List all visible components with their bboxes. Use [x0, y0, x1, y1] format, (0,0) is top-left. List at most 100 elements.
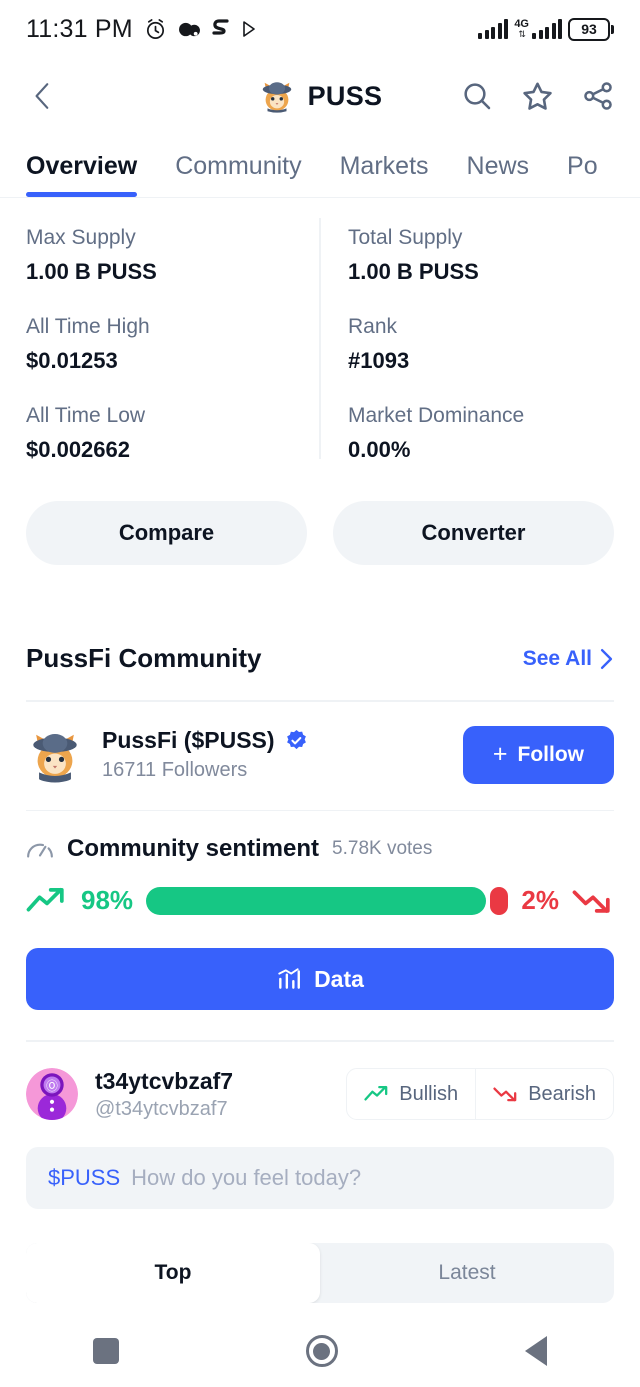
tab-portfolio[interactable]: Po [567, 152, 598, 197]
stat-all-time-high: All Time High $0.01253 [26, 315, 320, 374]
page-title: PUSS [307, 80, 383, 111]
tab-community[interactable]: Community [175, 152, 301, 197]
verified-badge-icon [286, 729, 306, 750]
stat-value: $0.01253 [26, 348, 118, 373]
network-indicator: 4G ⇅ [514, 19, 562, 39]
sentiment-title: Community sentiment [67, 835, 320, 862]
chevron-left-icon [35, 83, 49, 109]
alarm-icon [146, 18, 164, 39]
status-bar-left: 11:31 PM [26, 15, 257, 44]
bearish-percent: 2% [521, 885, 559, 915]
play-icon [242, 21, 255, 37]
trend-up-icon [26, 887, 64, 911]
user-handle: @t34ytcvbzaf7 [95, 1097, 228, 1120]
back-triangle-icon[interactable] [524, 1336, 547, 1366]
pussfi-avatar-icon [26, 726, 84, 784]
tab-markets[interactable]: Markets [340, 152, 429, 197]
profile-name-row: PussFi ($PUSS) [102, 727, 308, 754]
stat-total-supply: Total Supply 1.00 B PUSS [348, 226, 614, 285]
stats-grid: Max Supply 1.00 B PUSS All Time High $0.… [0, 198, 640, 473]
status-time: 11:31 PM [26, 14, 133, 43]
app-icon-2 [212, 19, 229, 35]
section-title: PussFi Community [26, 643, 262, 673]
stat-label: Rank [348, 315, 398, 338]
profile-name: PussFi ($PUSS) [102, 727, 275, 753]
tab-bar[interactable]: Overview Community Markets News Po [0, 134, 640, 198]
trend-up-icon [364, 1085, 388, 1101]
ticker-tag: $PUSS [48, 1164, 121, 1190]
stat-value: 1.00 B PUSS [26, 259, 157, 284]
android-nav-bar [0, 1315, 640, 1387]
stat-value: #1093 [348, 348, 410, 373]
stat-label: Market Dominance [348, 404, 525, 427]
app-screen: 11:31 PM 4G ⇅ 93 PUSS Overview Community… [0, 0, 640, 1387]
stat-value: $0.002662 [26, 437, 130, 462]
bullish-percent: 98% [81, 885, 134, 915]
follow-button[interactable]: + Follow [462, 725, 614, 784]
trend-down-icon [493, 1087, 517, 1102]
battery-percent: 93 [581, 21, 597, 37]
back-button[interactable] [26, 79, 60, 113]
battery-body: 93 [568, 17, 610, 41]
stat-label: Max Supply [26, 226, 136, 249]
stat-all-time-low: All Time Low $0.002662 [26, 404, 320, 463]
filter-top[interactable]: Top [26, 1242, 320, 1303]
cat-avatar-icon [258, 77, 296, 115]
stat-rank: Rank #1093 [348, 315, 614, 374]
action-pill-row: Compare Converter [0, 473, 640, 565]
app-icon-1 [178, 22, 200, 36]
user-avatar-icon[interactable]: Ⓞ [26, 1068, 78, 1120]
filter-latest[interactable]: Latest [320, 1243, 614, 1303]
stat-label: All Time Low [26, 404, 146, 427]
battery-tip [611, 24, 614, 34]
svg-text:Ⓞ: Ⓞ [46, 1080, 58, 1093]
share-icon[interactable] [582, 80, 614, 112]
chart-icon [278, 968, 301, 989]
recents-square-icon[interactable] [93, 1338, 120, 1364]
data-button-label: Data [314, 965, 364, 992]
stat-label: Total Supply [348, 226, 463, 249]
status-notification-icons [144, 18, 257, 41]
home-circle-icon[interactable] [305, 1335, 338, 1367]
stat-label: All Time High [26, 315, 150, 338]
compare-button[interactable]: Compare [26, 501, 307, 565]
tab-overview[interactable]: Overview [26, 152, 138, 197]
signal-bars-icon [478, 19, 509, 39]
converter-button[interactable]: Converter [333, 501, 614, 565]
stat-market-dominance: Market Dominance 0.00% [348, 404, 614, 463]
vote-button-group: Bullish Bearish [346, 1068, 614, 1120]
feed-filter-segment: Top Latest [26, 1242, 614, 1303]
data-button[interactable]: Data [26, 948, 614, 1010]
composer-placeholder: How do you feel today? [131, 1164, 362, 1190]
status-bar: 11:31 PM 4G ⇅ 93 [0, 0, 640, 58]
network-type-label: 4G ⇅ [514, 18, 529, 39]
stats-column-right: Total Supply 1.00 B PUSS Rank #1093 Mark… [320, 226, 614, 463]
battery-indicator: 93 [568, 17, 614, 41]
community-section-header: PussFi Community See All [0, 565, 640, 674]
tab-news[interactable]: News [467, 152, 530, 197]
sentiment-votes: 5.78K votes [332, 838, 433, 859]
search-icon[interactable] [461, 80, 493, 112]
gauge-icon [27, 843, 53, 858]
signal-bars-icon-2 [532, 19, 562, 39]
sentiment-header: Community sentiment 5.78K votes [0, 811, 640, 863]
sentiment-bar-bearish [490, 886, 509, 915]
stats-divider [319, 218, 321, 459]
stats-column-left: Max Supply 1.00 B PUSS All Time High $0.… [26, 226, 320, 463]
community-profile-row[interactable]: PussFi ($PUSS) 16711 Followers + Follow [0, 702, 640, 784]
bearish-label: Bearish [528, 1082, 596, 1105]
bullish-vote-button[interactable]: Bullish [347, 1069, 475, 1119]
header-actions [461, 80, 614, 113]
status-bar-right: 4G ⇅ 93 [478, 17, 614, 41]
bearish-vote-button[interactable]: Bearish [475, 1069, 613, 1119]
trend-down-icon [572, 889, 610, 913]
sentiment-bar-row: 98% 2% [0, 863, 640, 916]
star-icon[interactable] [521, 80, 554, 113]
post-composer-input[interactable]: $PUSS How do you feel today? [26, 1146, 614, 1209]
chevron-right-icon [600, 648, 613, 669]
follow-label: Follow [517, 742, 585, 766]
stat-value: 0.00% [348, 437, 411, 462]
bullish-label: Bullish [399, 1082, 459, 1105]
see-all-link[interactable]: See All [523, 647, 614, 671]
profile-text: PussFi ($PUSS) 16711 Followers [102, 727, 308, 782]
